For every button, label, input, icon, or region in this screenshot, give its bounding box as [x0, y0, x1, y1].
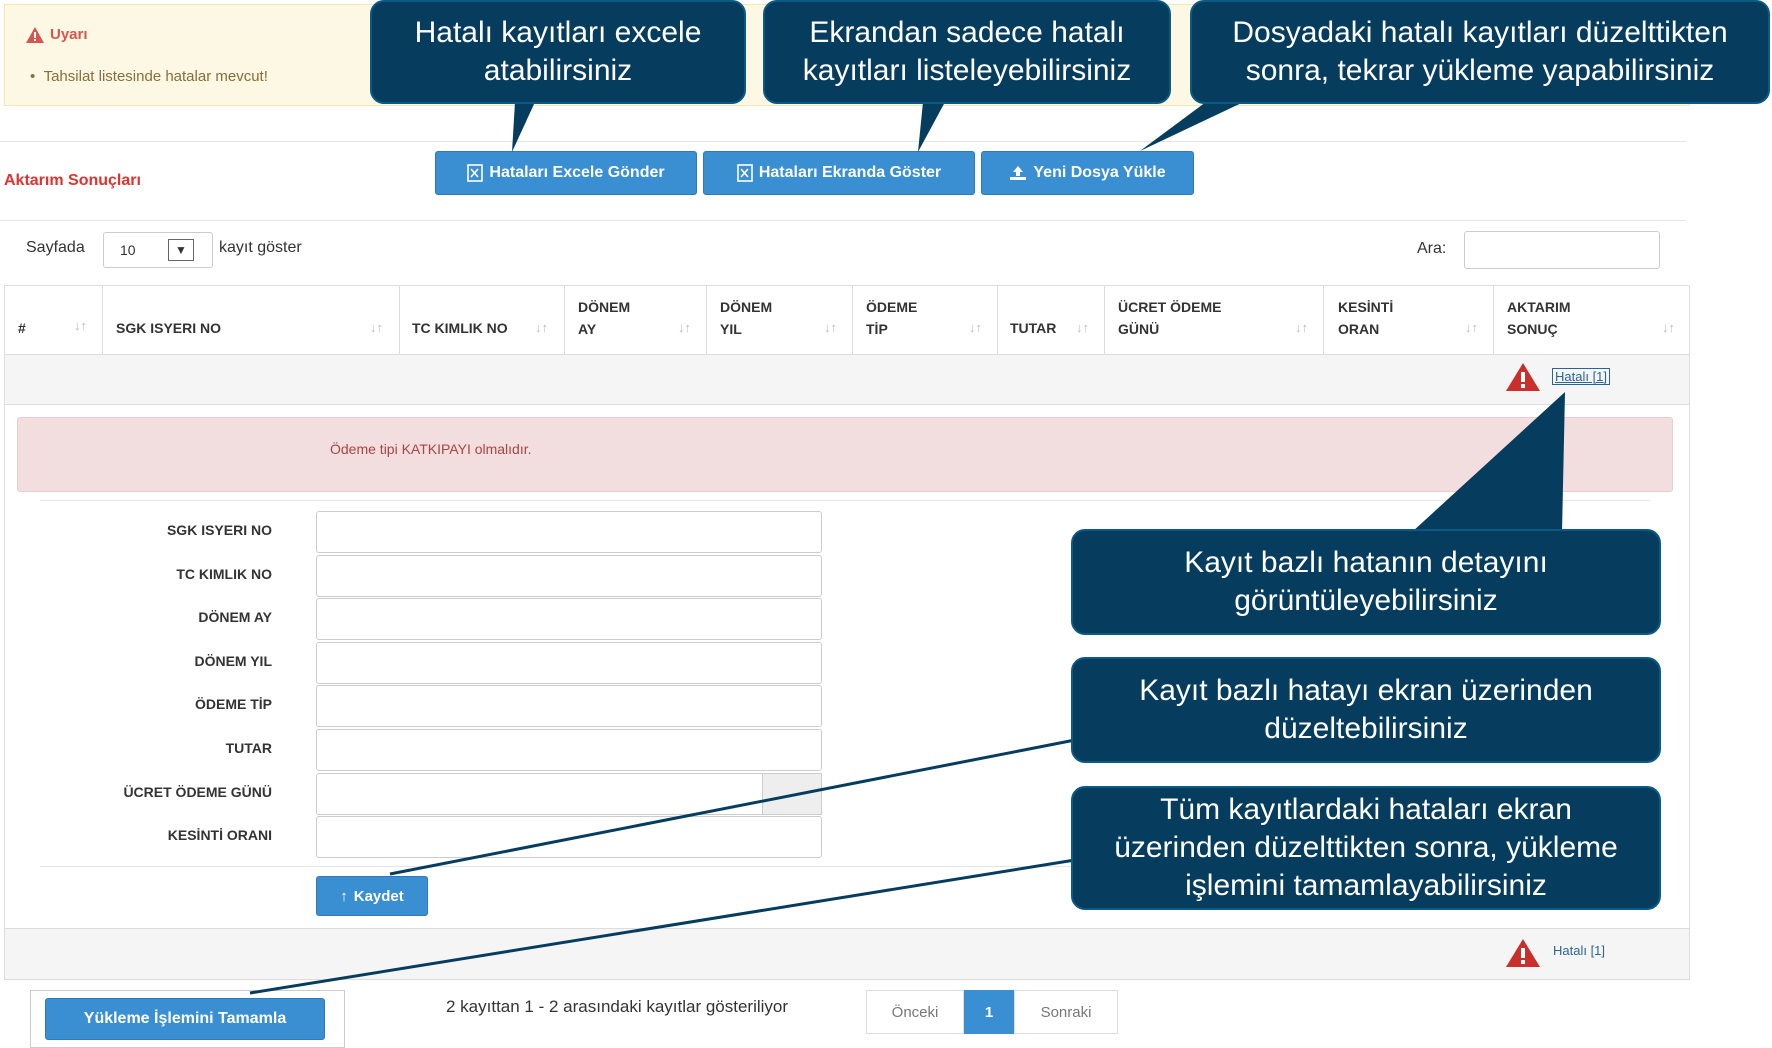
pagination-page-1[interactable]: 1: [964, 990, 1014, 1034]
form-label-kesinti-orani: KESİNTİ ORANI: [167, 827, 272, 843]
upload-new-file-label: Yeni Dosya Yükle: [1033, 164, 1166, 181]
callout-reupload: Dosyadaki hatalı kayıtları düzelttikten …: [1190, 0, 1770, 104]
section-title: Aktarım Sonuçları: [4, 172, 141, 189]
callout-excel: Hatalı kayıtları excele atabilirsiniz: [370, 0, 746, 104]
column-header-sgk[interactable]: SGK ISYERI NO: [116, 317, 221, 339]
warning-title-text: Uyarı: [50, 26, 88, 43]
form-label-odeme-tip: ÖDEME TİP: [194, 696, 272, 712]
form-label-ucret-odeme-gunu: ÜCRET ÖDEME GÜNÜ: [123, 784, 272, 800]
warning-triangle-icon: [1506, 939, 1540, 967]
table-info: 2 kayıttan 1 - 2 arasındaki kayıtlar gös…: [446, 997, 789, 1016]
column-header-tc[interactable]: TC KIMLIK NO: [412, 317, 508, 339]
column-header-donem-yil[interactable]: DÖNEM YIL: [720, 296, 772, 340]
export-errors-excel-label: Hataları Excele Gönder: [489, 164, 665, 181]
form-label-tc: TC KIMLIK NO: [176, 566, 272, 582]
warning-message: • Tahsilat listesinde hatalar mevcut!: [30, 68, 268, 85]
row-error-link[interactable]: Hatalı [1]: [1553, 943, 1605, 958]
row-error-link[interactable]: Hatalı [1]: [1552, 368, 1611, 385]
show-errors-screen-label: Hataları Ekranda Göster: [758, 164, 942, 181]
file-excel-icon: [467, 164, 484, 182]
sort-icon[interactable]: ↓↑: [1465, 320, 1478, 335]
tutar-field[interactable]: [316, 729, 822, 771]
table-header: [4, 285, 1690, 355]
search-label: Ara:: [1417, 240, 1447, 257]
divider: [40, 500, 1650, 501]
sort-icon[interactable]: ↓↑: [1076, 320, 1089, 335]
sort-icon[interactable]: ↓↑: [370, 320, 383, 335]
warning-title: Uyarı: [26, 26, 88, 43]
sort-icon[interactable]: ↓↑: [1295, 320, 1308, 335]
sort-icon[interactable]: ↓↑: [969, 320, 982, 335]
sort-icon[interactable]: ↓↑: [678, 320, 691, 335]
search-input[interactable]: [1464, 231, 1660, 269]
pointer-excel: [512, 102, 535, 152]
form-label-donem-yil: DÖNEM YIL: [194, 653, 272, 669]
sgk-isyeri-no-field[interactable]: [316, 511, 822, 553]
upload-icon: [1010, 166, 1027, 180]
arrow-up-icon: ↑: [340, 887, 348, 905]
donem-yil-field[interactable]: [316, 642, 822, 684]
upload-new-file-button[interactable]: Yeni Dosya Yükle: [981, 151, 1194, 195]
warning-triangle-icon: [1506, 363, 1540, 391]
form-label-sgk: SGK ISYERI NO: [166, 522, 272, 538]
pagination-previous[interactable]: Önceki: [866, 990, 964, 1034]
tc-kimlik-no-field[interactable]: [316, 555, 822, 597]
column-header-tutar[interactable]: TUTAR: [1010, 317, 1056, 339]
export-errors-excel-button[interactable]: Hataları Excele Gönder: [435, 151, 697, 195]
column-header-index[interactable]: #: [18, 317, 26, 339]
chevron-down-icon[interactable]: ▼: [168, 239, 194, 261]
warning-triangle-icon: [26, 26, 44, 43]
pointer-reupload: [1140, 99, 1250, 151]
complete-upload-button[interactable]: Yükleme İşlemini Tamamla: [45, 998, 325, 1040]
file-excel-icon: [737, 164, 753, 182]
column-header-odeme-tip[interactable]: ÖDEME TİP: [866, 296, 917, 340]
column-header-kesinti-oran[interactable]: KESİNTİ ORAN: [1338, 296, 1393, 340]
sort-icon[interactable]: ↓↑: [74, 318, 87, 333]
warning-message-text: Tahsilat listesinde hatalar mevcut!: [43, 68, 268, 85]
callout-detail: Kayıt bazlı hatanın detayını görüntüleye…: [1071, 529, 1661, 635]
odeme-tip-field[interactable]: [316, 685, 822, 727]
show-errors-screen-button[interactable]: Hataları Ekranda Göster: [703, 151, 975, 195]
callout-screen: Ekrandan sadece hatalı kayıtları listele…: [763, 0, 1171, 104]
save-button[interactable]: ↑ Kaydet: [316, 876, 428, 916]
length-suffix: kayıt göster: [219, 239, 302, 256]
column-header-ucret-odeme-gunu[interactable]: ÜCRET ÖDEME GÜNÜ: [1118, 296, 1221, 340]
sort-icon[interactable]: ↓↑: [824, 320, 837, 335]
divider: [0, 141, 1686, 142]
divider: [0, 220, 1686, 221]
table-row[interactable]: [4, 928, 1690, 980]
callout-fix: Kayıt bazlı hatayı ekran üzerinden düzel…: [1071, 657, 1661, 763]
page-length-value: 10: [120, 242, 136, 258]
column-header-donem-ay[interactable]: DÖNEM AY: [578, 296, 630, 340]
error-detail-message: Ödeme tipi KATKIPAYI olmalıdır.: [330, 441, 532, 457]
calendar-icon[interactable]: [762, 773, 822, 815]
sort-icon[interactable]: ↓↑: [535, 320, 548, 335]
error-detail-alert: [17, 417, 1673, 492]
length-prefix: Sayfada: [26, 239, 85, 256]
pointer-screen: [918, 102, 945, 152]
save-label: Kaydet: [353, 887, 404, 905]
kesinti-orani-field[interactable]: [316, 816, 822, 858]
column-header-aktarim-sonuc[interactable]: AKTARIM SONUÇ: [1507, 296, 1571, 340]
donem-ay-field[interactable]: [316, 598, 822, 640]
callout-complete: Tüm kayıtlardaki hataları ekran üzerinde…: [1071, 786, 1661, 910]
sort-icon[interactable]: ↓↑: [1662, 320, 1675, 335]
form-label-tutar: TUTAR: [225, 740, 272, 756]
ucret-odeme-gunu-field[interactable]: [316, 773, 822, 815]
pagination-next[interactable]: Sonraki: [1014, 990, 1118, 1034]
table-row[interactable]: [4, 354, 1690, 405]
form-label-donem-ay: DÖNEM AY: [198, 609, 272, 625]
